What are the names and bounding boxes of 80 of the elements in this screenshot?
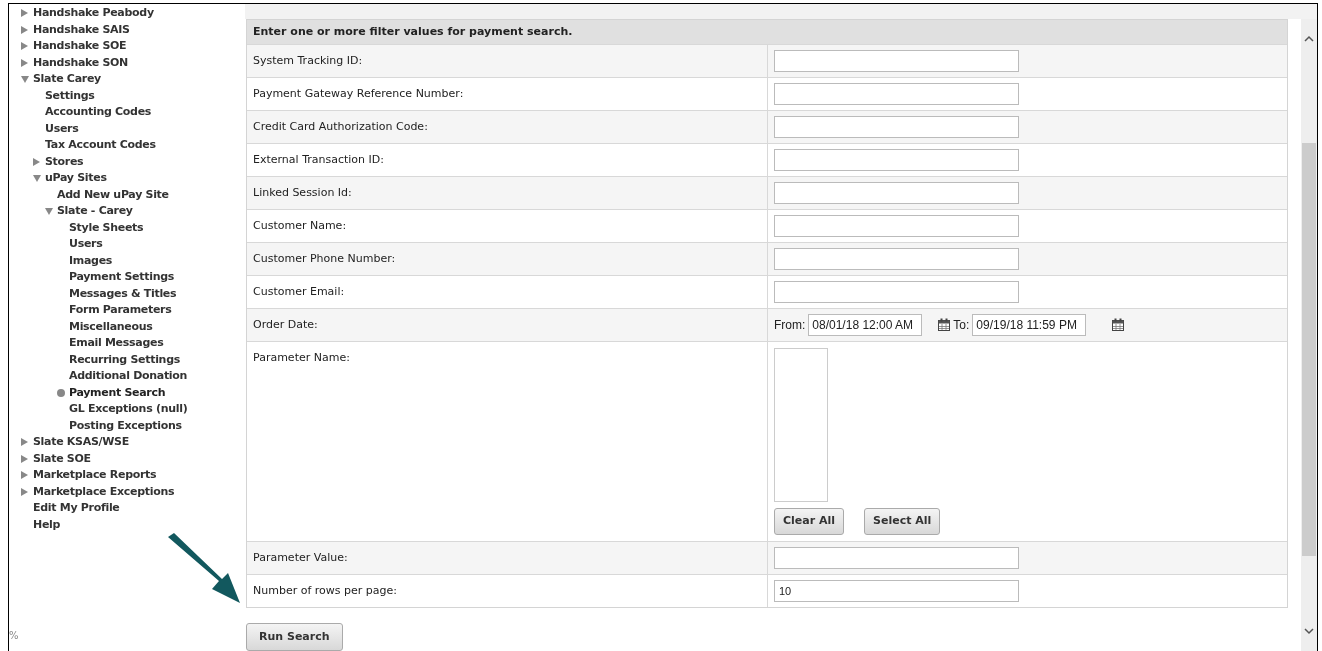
sidebar-item[interactable]: Slate KSAS/WSE	[33, 434, 129, 451]
sidebar-item[interactable]: Handshake SON	[33, 54, 129, 71]
text-field[interactable]	[774, 214, 1019, 237]
sidebar-item[interactable]: Recurring Settings	[69, 351, 180, 368]
text-field[interactable]	[774, 148, 1019, 171]
sidebar-item[interactable]: GL Exceptions (null)	[69, 401, 188, 418]
text-field[interactable]	[774, 49, 1019, 72]
text-field[interactable]	[774, 247, 1019, 270]
sidebar-item[interactable]: Payment Settings	[69, 269, 174, 286]
sidebar-item[interactable]: Handshake SOE	[33, 38, 127, 55]
field-label: Parameter Value:	[253, 550, 348, 564]
field-label: System Tracking ID:	[253, 53, 363, 67]
sidebar-item[interactable]: Form Parameters	[69, 302, 172, 319]
collapsed-arrow-icon[interactable]	[33, 157, 40, 166]
field-label: Customer Email:	[253, 284, 345, 298]
field-label: Payment Gateway Reference Number:	[253, 86, 464, 100]
sidebar-item[interactable]: Marketplace Reports	[33, 467, 157, 484]
zoom-label: %	[9, 629, 19, 643]
sidebar-item[interactable]: Slate SOE	[33, 450, 91, 467]
field-label: Customer Name:	[253, 218, 347, 232]
sidebar-item[interactable]: Edit My Profile	[33, 500, 120, 517]
text-field[interactable]: 10	[774, 579, 1019, 602]
field-label: Customer Phone Number:	[253, 251, 396, 265]
expanded-arrow-icon[interactable]	[21, 75, 29, 83]
field-label: Linked Session Id:	[253, 185, 352, 199]
field-label: Number of rows per page:	[253, 583, 397, 597]
sidebar-item[interactable]: Style Sheets	[69, 219, 144, 236]
list-action-button[interactable]: Select All	[864, 507, 941, 535]
sidebar-item[interactable]: Slate - Carey	[57, 203, 133, 220]
list-action-button[interactable]: Clear All	[774, 507, 845, 535]
sidebar-item[interactable]: Stores	[45, 153, 84, 170]
expanded-arrow-icon[interactable]	[45, 207, 53, 215]
sidebar-item[interactable]: Users	[45, 120, 79, 137]
from-label: From:	[774, 316, 806, 334]
field-label: Parameter Name:	[253, 350, 350, 364]
collapsed-arrow-icon[interactable]	[21, 438, 28, 447]
sidebar-item[interactable]: Handshake SAIS	[33, 21, 130, 38]
sidebar-item[interactable]: Slate Carey	[33, 71, 101, 88]
collapsed-arrow-icon[interactable]	[21, 58, 28, 67]
collapsed-arrow-icon[interactable]	[21, 42, 28, 51]
run-search-button[interactable]: Run Search	[246, 623, 343, 651]
sidebar-item[interactable]: Add New uPay Site	[57, 186, 169, 203]
calendar-icon[interactable]	[1112, 318, 1125, 332]
collapsed-arrow-icon[interactable]	[21, 9, 28, 18]
sidebar-item[interactable]: Marketplace Exceptions	[33, 483, 175, 500]
scrollbar-thumb[interactable]	[1302, 142, 1316, 556]
sidebar-item[interactable]: Additional Donation	[69, 368, 188, 385]
sidebar-item[interactable]: Payment Search	[69, 384, 166, 401]
field-label: Credit Card Authorization Code:	[253, 119, 428, 133]
collapsed-arrow-icon[interactable]	[21, 25, 28, 34]
text-field[interactable]	[774, 546, 1019, 569]
scroll-up-icon[interactable]	[1304, 34, 1314, 43]
collapsed-arrow-icon[interactable]	[21, 454, 28, 463]
scroll-down-icon[interactable]	[1304, 627, 1314, 635]
calendar-icon[interactable]	[938, 318, 951, 332]
sidebar-item[interactable]: Tax Account Codes	[45, 137, 156, 154]
sidebar-item[interactable]: Miscellaneous	[69, 318, 153, 335]
collapsed-arrow-icon[interactable]	[21, 471, 28, 480]
field-label: Order Date:	[253, 317, 318, 331]
form-heading: Enter one or more filter values for payment search.	[247, 19, 1287, 44]
sidebar-item[interactable]: Users	[69, 236, 103, 253]
text-field[interactable]	[774, 82, 1019, 105]
to-date-field[interactable]: 09/19/18 11:59 PM	[972, 313, 1087, 336]
sidebar-item[interactable]: Messages & Titles	[69, 285, 177, 302]
text-field[interactable]	[774, 115, 1019, 138]
expanded-arrow-icon[interactable]	[33, 174, 41, 182]
sidebar-item[interactable]: Help	[33, 516, 61, 533]
sidebar-item[interactable]: Images	[69, 252, 113, 269]
sidebar-item[interactable]: Settings	[45, 87, 95, 104]
to-label: To:	[953, 316, 970, 334]
sidebar-item[interactable]: uPay Sites	[45, 170, 107, 187]
text-field[interactable]	[774, 280, 1019, 303]
sidebar-item[interactable]: Accounting Codes	[45, 104, 152, 121]
collapsed-arrow-icon[interactable]	[21, 487, 28, 496]
sidebar-item[interactable]: Handshake Peabody	[33, 5, 154, 22]
from-date-field[interactable]: 08/01/18 12:00 AM	[808, 313, 923, 336]
sidebar-item[interactable]: Email Messages	[69, 335, 164, 352]
text-field[interactable]	[774, 181, 1019, 204]
field-label: External Transaction ID:	[253, 152, 384, 166]
sidebar-item[interactable]: Posting Exceptions	[69, 417, 182, 434]
